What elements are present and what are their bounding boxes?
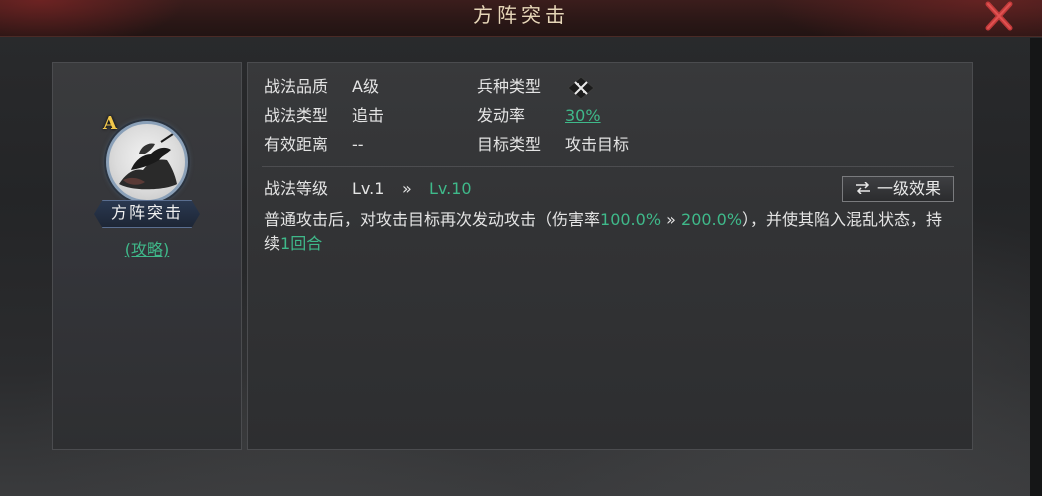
unit-type-label: 兵种类型 <box>477 77 542 96</box>
quality-label: 战法品质 <box>264 77 329 96</box>
damage-to: 200.0% <box>681 210 743 229</box>
window-title: 方阵突击 <box>473 3 569 27</box>
close-button[interactable] <box>980 0 1020 32</box>
close-icon <box>985 1 1013 31</box>
divider <box>262 166 954 167</box>
skill-avatar: A <box>103 113 194 204</box>
target-label: 目标类型 <box>477 135 542 154</box>
effect-button-label: 一级效果 <box>876 179 941 198</box>
warrior-portrait-icon <box>119 133 177 190</box>
level-to: Lv.10 <box>429 179 472 198</box>
crossed-weapons-icon <box>567 76 595 100</box>
type-label: 战法类型 <box>264 106 329 125</box>
avatar-ring <box>106 121 188 203</box>
level-arrow: » <box>402 179 412 198</box>
effect-toggle-button[interactable]: 一级效果 <box>842 176 954 202</box>
activation-rate-value[interactable]: 30% <box>565 105 601 127</box>
duration: 1回合 <box>280 234 323 253</box>
skill-description: 普通攻击后，对攻击目标再次发动攻击（伤害率100.0% » 200.0%），并使… <box>264 208 954 256</box>
damage-arrow: » <box>666 210 676 229</box>
swap-arrows-icon <box>855 177 871 201</box>
level-from: Lv.1 <box>352 179 385 198</box>
quality-value: A级 <box>352 77 379 96</box>
range-label: 有效距离 <box>264 135 329 154</box>
rate-label: 发动率 <box>477 106 526 125</box>
grade-badge: A <box>103 113 117 134</box>
desc-part1: 普通攻击后，对攻击目标再次发动攻击（伤害率 <box>264 210 601 229</box>
skill-name: 方阵突击 <box>110 203 183 222</box>
target-value: 攻击目标 <box>565 135 630 154</box>
damage-from: 100.0% <box>600 210 662 229</box>
type-value: 追击 <box>352 106 385 125</box>
window-edge <box>1030 38 1042 496</box>
range-value: -- <box>352 135 364 154</box>
level-label: 战法等级 <box>264 179 329 198</box>
strategy-link[interactable]: (攻略) <box>94 236 200 260</box>
